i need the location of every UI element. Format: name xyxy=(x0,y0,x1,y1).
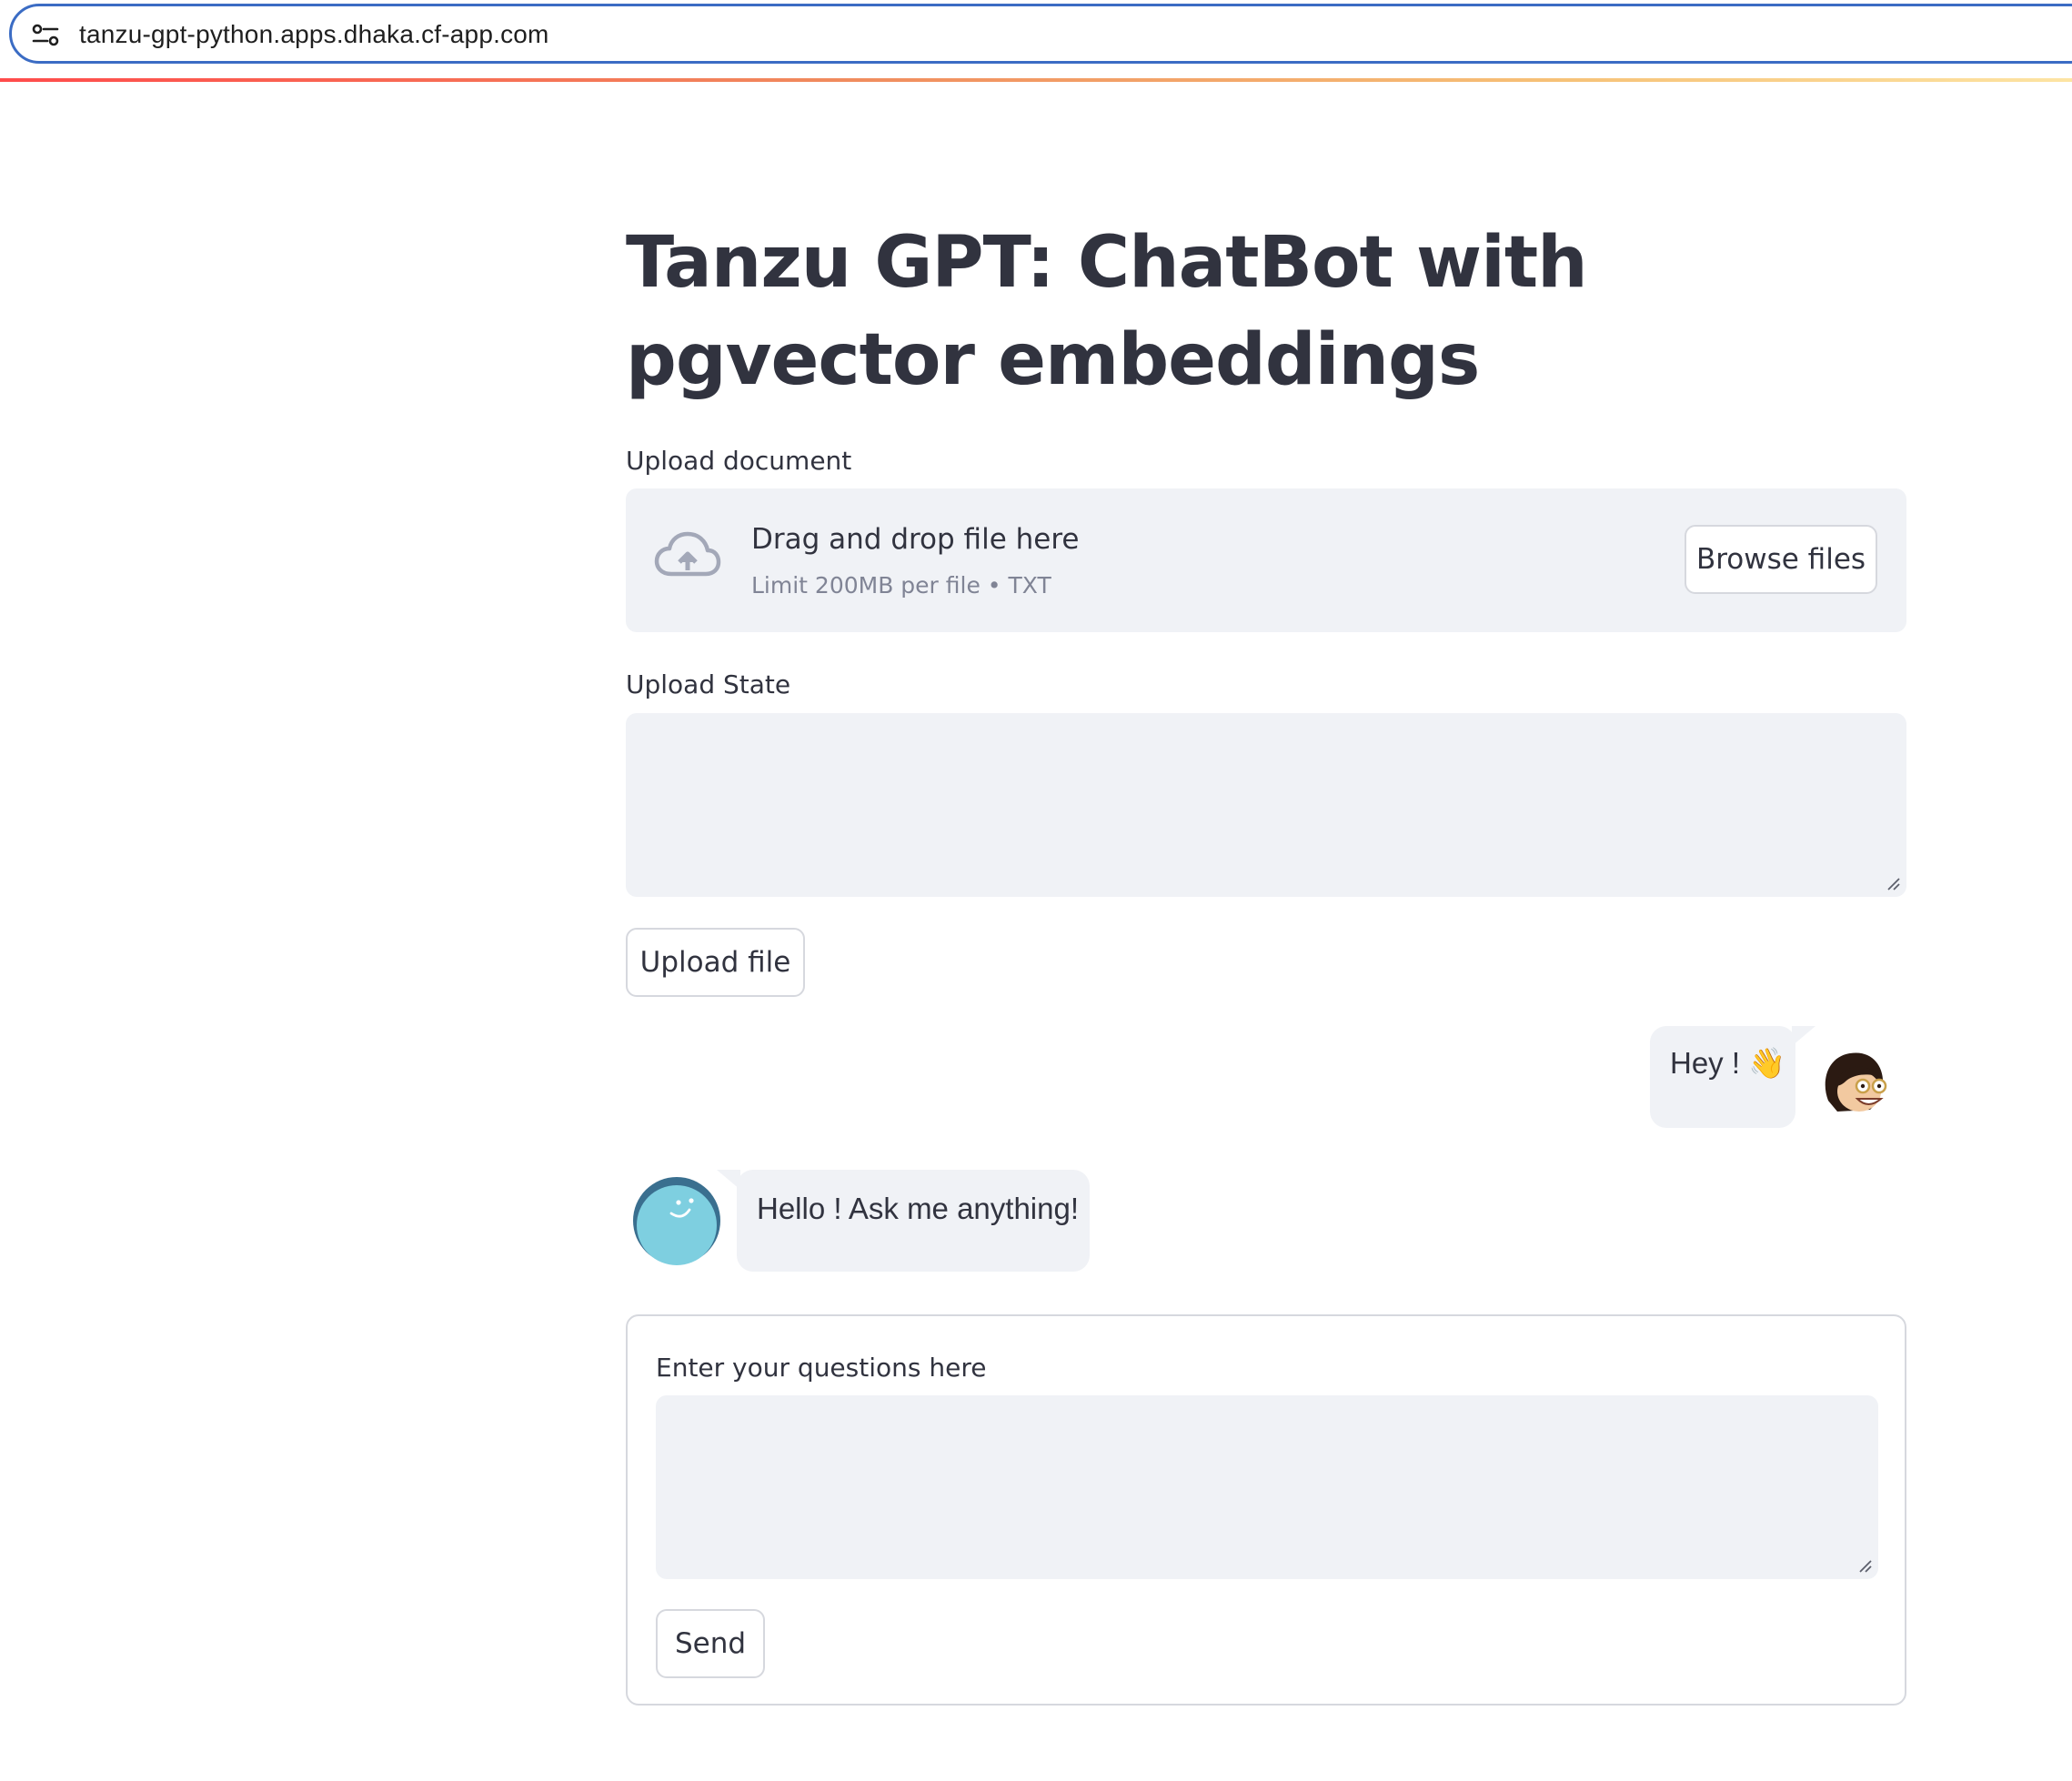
question-textarea[interactable] xyxy=(656,1395,1878,1579)
cloud-upload-icon xyxy=(654,531,721,577)
upload-state-label: Upload State xyxy=(626,669,791,699)
user-message-bubble: Hey ! 👋 xyxy=(1650,1026,1795,1128)
user-avatar-icon xyxy=(1825,1052,1887,1112)
address-bar[interactable]: tanzu-gpt-python.apps.dhaka.cf-app.com xyxy=(9,4,2072,64)
user-bubble-tail xyxy=(1792,1026,1816,1046)
bot-avatar-icon xyxy=(633,1177,720,1265)
bot-message-text: Hello ! Ask me anything! xyxy=(757,1192,1080,1225)
upload-file-button[interactable]: Upload file xyxy=(626,928,805,997)
file-dropzone[interactable]: Drag and drop file here Limit 200MB per … xyxy=(626,488,1906,632)
upload-state-textarea[interactable] xyxy=(626,713,1906,897)
question-label: Enter your questions here xyxy=(656,1353,987,1383)
browse-files-button[interactable]: Browse files xyxy=(1685,525,1877,594)
user-message-text: Hey ! 👋 xyxy=(1670,1046,1786,1080)
dropzone-limit: Limit 200MB per file • TXT xyxy=(751,572,1051,599)
dropzone-instruction: Drag and drop file here xyxy=(751,523,1080,556)
header-decoration-stripe xyxy=(0,78,2072,82)
tune-icon[interactable] xyxy=(32,24,59,47)
send-button[interactable]: Send xyxy=(656,1609,765,1678)
question-form: Enter your questions here Send xyxy=(626,1314,1906,1706)
bot-message-bubble: Hello ! Ask me anything! xyxy=(737,1170,1090,1272)
resize-grip-icon[interactable] xyxy=(1856,1557,1873,1574)
upload-document-label: Upload document xyxy=(626,446,852,476)
resize-grip-icon[interactable] xyxy=(1885,875,1901,891)
page-title: Tanzu GPT: ChatBot with pgvector embeddi… xyxy=(626,222,1588,401)
url-text[interactable]: tanzu-gpt-python.apps.dhaka.cf-app.com xyxy=(79,20,549,49)
